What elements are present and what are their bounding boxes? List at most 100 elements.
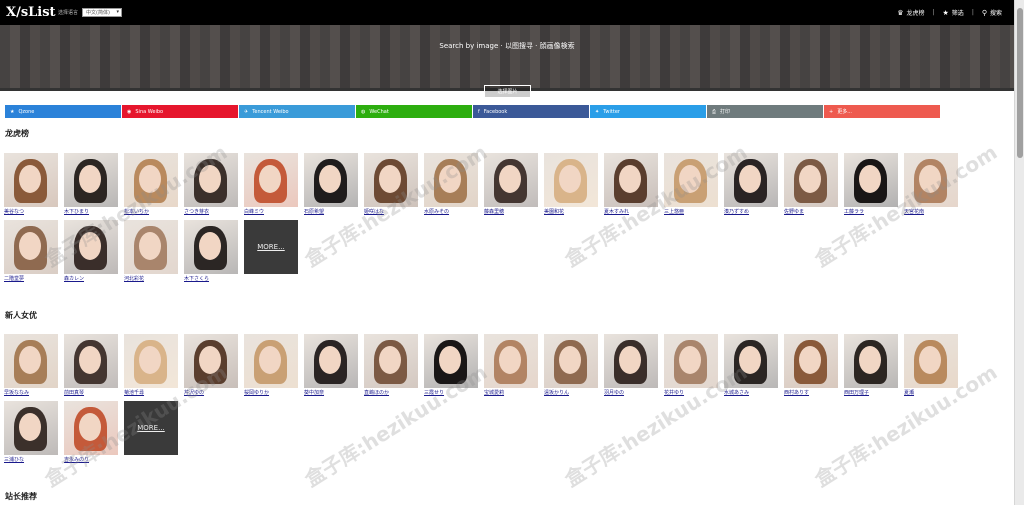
actress-card[interactable]: 姫咲はな	[364, 153, 418, 215]
actress-name-link[interactable]: 三霞せり	[424, 389, 478, 396]
share-button-0[interactable]: ★ Qzone	[5, 105, 121, 118]
actress-name-link[interactable]: 三上悠亜	[664, 208, 718, 215]
actress-photo[interactable]	[664, 153, 718, 207]
share-button-1[interactable]: ◉ Sina Weibo	[122, 105, 238, 118]
choose-image-button[interactable]: 选择图片	[484, 85, 531, 98]
actress-photo[interactable]	[364, 334, 418, 388]
language-select[interactable]: 中文(简体) ▾	[82, 8, 123, 17]
actress-name-link[interactable]: 三浦ひな	[4, 456, 58, 463]
actress-card[interactable]: 湊乃ずすめ	[724, 153, 778, 215]
actress-photo[interactable]	[184, 220, 238, 274]
actress-name-link[interactable]: 松本いちか	[124, 208, 178, 215]
actress-name-link[interactable]: 吉永みのり	[64, 456, 118, 463]
actress-card[interactable]: 藤森里穂	[484, 153, 538, 215]
actress-photo[interactable]	[64, 153, 118, 207]
actress-name-link[interactable]: 宝城愛莉	[484, 389, 538, 396]
actress-card[interactable]: 木下ひまり	[64, 153, 118, 215]
actress-name-link[interactable]: 美谷なつ	[4, 208, 58, 215]
actress-name-link[interactable]: 湊乃ずすめ	[724, 208, 778, 215]
actress-photo[interactable]	[604, 153, 658, 207]
actress-photo[interactable]	[904, 334, 958, 388]
actress-photo[interactable]	[4, 153, 58, 207]
share-button-3[interactable]: ◍ WeChat	[356, 105, 472, 118]
actress-photo[interactable]	[844, 153, 898, 207]
actress-card[interactable]: 木下さくら	[184, 220, 238, 282]
actress-photo[interactable]	[4, 220, 58, 274]
actress-photo[interactable]	[424, 334, 478, 388]
actress-name-link[interactable]: 木下ひまり	[64, 208, 118, 215]
actress-photo[interactable]	[64, 220, 118, 274]
share-button-5[interactable]: ✦ Twitter	[590, 105, 706, 118]
actress-photo[interactable]	[184, 334, 238, 388]
actress-name-link[interactable]: 二階堂夢	[4, 275, 58, 282]
actress-photo[interactable]	[784, 334, 838, 388]
actress-card[interactable]: 美園和花	[544, 153, 598, 215]
actress-card[interactable]: 遠坂かりん	[544, 334, 598, 396]
actress-card[interactable]: 美谷なつ	[4, 153, 58, 215]
actress-photo[interactable]	[544, 153, 598, 207]
actress-photo[interactable]	[724, 153, 778, 207]
share-button-6[interactable]: ⎙ 打印	[707, 105, 823, 118]
actress-photo[interactable]	[64, 334, 118, 388]
actress-photo[interactable]	[424, 153, 478, 207]
actress-photo[interactable]	[124, 153, 178, 207]
actress-photo[interactable]	[904, 153, 958, 207]
actress-card[interactable]: 松本いちか	[124, 153, 178, 215]
actress-name-link[interactable]: 桜岡ゆりか	[244, 389, 298, 396]
actress-photo[interactable]	[244, 334, 298, 388]
actress-name-link[interactable]: 工藤ララ	[844, 208, 898, 215]
actress-photo[interactable]	[304, 334, 358, 388]
nav-ranking[interactable]: ♛ 龙虎榜	[897, 8, 924, 18]
share-button-7[interactable]: + 更多...	[824, 105, 940, 118]
actress-photo[interactable]	[664, 334, 718, 388]
nav-search[interactable]: ⚲ 搜索	[982, 8, 1002, 18]
actress-photo[interactable]	[244, 153, 298, 207]
actress-name-link[interactable]: 前田真琴	[64, 389, 118, 396]
actress-card[interactable]: 佐野ゆま	[784, 153, 838, 215]
actress-card[interactable]: 水原みその	[424, 153, 478, 215]
actress-card[interactable]: 宝城愛莉	[484, 334, 538, 396]
actress-card[interactable]: 葵中加奈	[304, 334, 358, 396]
vertical-scrollbar[interactable]	[1014, 0, 1024, 505]
actress-name-link[interactable]: 天宮花南	[904, 208, 958, 215]
actress-card[interactable]: 菊池千尋	[124, 334, 178, 396]
actress-photo[interactable]	[4, 401, 58, 455]
actress-card[interactable]: 西田万理子	[844, 334, 898, 396]
actress-photo[interactable]	[484, 153, 538, 207]
actress-photo[interactable]	[124, 220, 178, 274]
actress-name-link[interactable]: 直嶋ほのか	[364, 389, 418, 396]
actress-name-link[interactable]: 芹沢ゆの	[184, 389, 238, 396]
site-logo[interactable]: X/sList	[6, 5, 56, 20]
actress-photo[interactable]	[124, 334, 178, 388]
actress-card[interactable]: 白峰ミウ	[244, 153, 298, 215]
actress-photo[interactable]	[304, 153, 358, 207]
actress-card[interactable]: 三霞せり	[424, 334, 478, 396]
actress-name-link[interactable]: 白峰ミウ	[244, 208, 298, 215]
actress-photo[interactable]	[364, 153, 418, 207]
actress-photo[interactable]	[544, 334, 598, 388]
actress-card[interactable]: 花井ゆり	[664, 334, 718, 396]
actress-name-link[interactable]: 佐野ゆま	[784, 208, 838, 215]
actress-card[interactable]: 三上悠亜	[664, 153, 718, 215]
share-button-2[interactable]: ✈ Tencent Weibo	[239, 105, 355, 118]
actress-name-link[interactable]: 水城あさみ	[724, 389, 778, 396]
actress-card[interactable]: 水城あさみ	[724, 334, 778, 396]
actress-name-link[interactable]: 花井ゆり	[664, 389, 718, 396]
actress-card[interactable]: 芹沢ゆの	[184, 334, 238, 396]
actress-card[interactable]: さつき芽衣	[184, 153, 238, 215]
more-button[interactable]: MORE...	[244, 220, 298, 274]
actress-card[interactable]: 夏瀬	[904, 334, 958, 396]
actress-name-link[interactable]: 夏瀬	[904, 389, 958, 396]
actress-card[interactable]: 工藤ララ	[844, 153, 898, 215]
actress-name-link[interactable]: 遠坂かりん	[544, 389, 598, 396]
actress-card[interactable]: 羽月ゆの	[604, 334, 658, 396]
actress-photo[interactable]	[484, 334, 538, 388]
actress-photo[interactable]	[184, 153, 238, 207]
actress-photo[interactable]	[844, 334, 898, 388]
actress-name-link[interactable]: 西村ありす	[784, 389, 838, 396]
actress-card[interactable]: 森カレン	[64, 220, 118, 282]
actress-name-link[interactable]: 石原希望	[304, 208, 358, 215]
actress-name-link[interactable]: さつき芽衣	[184, 208, 238, 215]
actress-name-link[interactable]: 木下さくら	[184, 275, 238, 282]
actress-card[interactable]: 直嶋ほのか	[364, 334, 418, 396]
